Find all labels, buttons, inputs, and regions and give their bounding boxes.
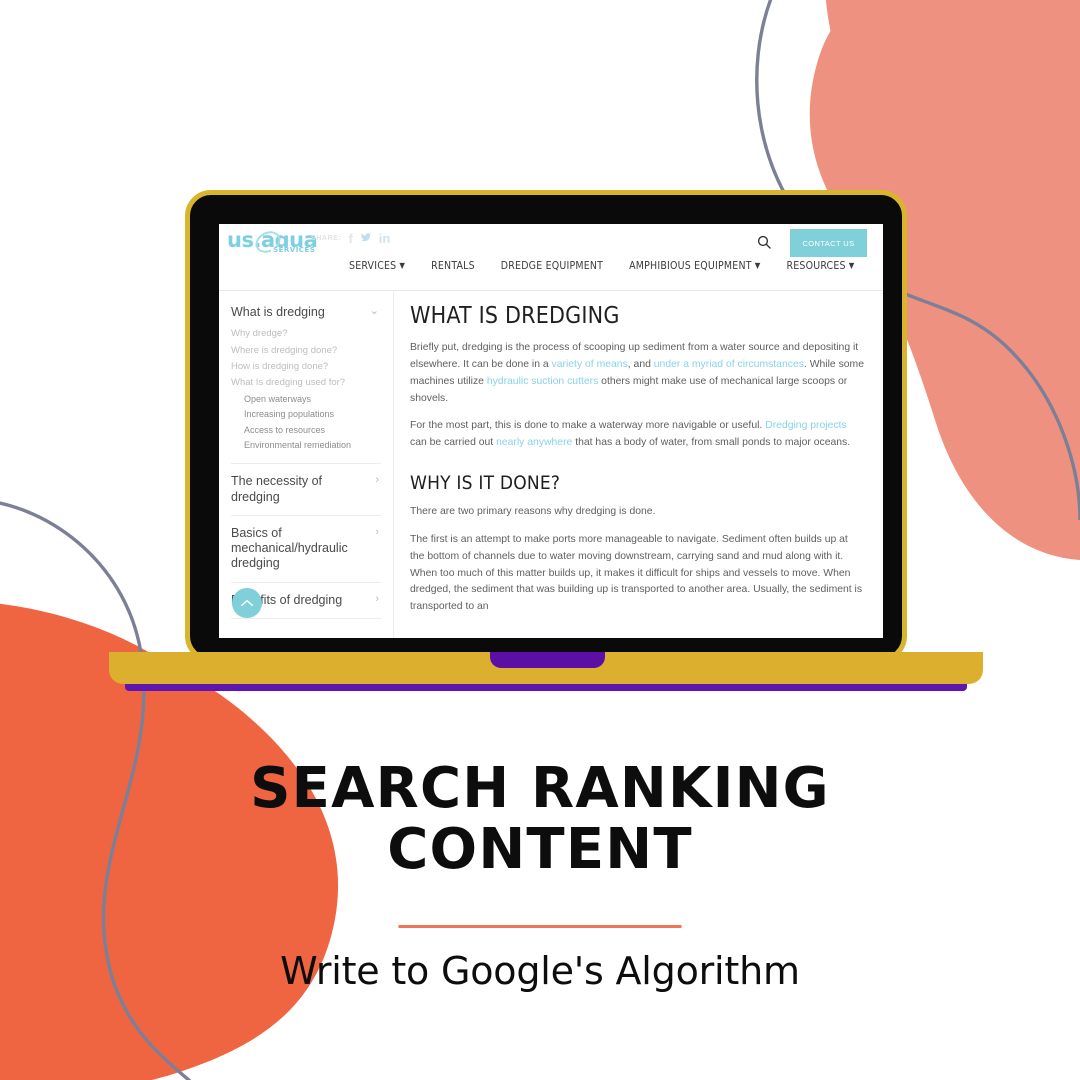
article-heading-2: WHY IS IT DONE?: [410, 472, 561, 495]
website-body: What is dredging ⌄ Why dredge? Where is …: [219, 291, 883, 638]
nav-item-dredge-equipment[interactable]: DREDGE EQUIPMENT: [501, 260, 603, 272]
website-header: us.aqua SERVICES SHARE: f in CONTACT US …: [219, 224, 883, 291]
sidebar-item-what-is-dredging[interactable]: What is dredging ⌄: [231, 305, 381, 320]
paragraph-text: For the most part, this is done to make …: [410, 420, 766, 432]
sidebar-subsubitem[interactable]: Open waterways: [244, 392, 381, 407]
nav-label: RESOURCES: [786, 260, 846, 272]
share-bar: SHARE: f in: [311, 232, 390, 245]
linkedin-icon[interactable]: in: [379, 232, 391, 245]
article-paragraph-4: The first is an attempt to make ports mo…: [410, 533, 863, 613]
nav-item-amphibious-equipment[interactable]: AMPHIBIOUS EQUIPMENT ▼: [629, 260, 760, 272]
twitter-icon[interactable]: [360, 232, 372, 245]
logo-wordmark: us.aqua SERVICES: [227, 227, 318, 257]
sidebar-subitem[interactable]: How is dredging done?: [231, 359, 381, 375]
chevron-down-icon: ▼: [848, 261, 855, 270]
sidebar-subsubitem[interactable]: Increasing populations: [244, 407, 381, 422]
share-label: SHARE:: [311, 235, 342, 242]
nav-label: RENTALS: [431, 260, 475, 272]
sidebar-item-label: The necessity of dredging: [231, 474, 323, 504]
poster-canvas: us.aqua SERVICES SHARE: f in CONTACT US …: [0, 0, 1080, 1080]
nav-label: SERVICES: [349, 260, 397, 272]
facebook-icon[interactable]: f: [348, 232, 352, 245]
contact-us-button[interactable]: CONTACT US: [790, 229, 867, 257]
sidebar-item-basics-mechanical-hydraulic[interactable]: Basics of mechanical/hydraulic dredging …: [231, 526, 381, 572]
sidebar-subitem[interactable]: Where is dredging done?: [231, 343, 381, 359]
laptop-mockup: us.aqua SERVICES SHARE: f in CONTACT US …: [109, 190, 983, 692]
inline-link-hydraulic-suction-cutters[interactable]: hydraulic suction cutters: [487, 376, 598, 387]
sidebar-group-basics: Basics of mechanical/hydraulic dredging …: [231, 526, 381, 583]
title-divider-rule: [398, 925, 682, 928]
sidebar-item-necessity-of-dredging[interactable]: The necessity of dredging ›: [231, 474, 381, 505]
poster-subtitle: Write to Google's Algorithm: [280, 949, 800, 993]
paragraph-text: that has a body of water, from small pon…: [572, 437, 851, 449]
nav-label: AMPHIBIOUS EQUIPMENT: [629, 260, 752, 272]
sidebar-sublist: Why dredge? Where is dredging done? How …: [231, 326, 381, 391]
chevron-right-icon: ›: [375, 592, 379, 605]
poster-title-line-2: CONTENT: [387, 817, 693, 883]
article-paragraph-2: For the most part, this is done to make …: [410, 418, 865, 452]
inline-link-nearly-anywhere[interactable]: nearly anywhere: [496, 437, 572, 448]
sidebar-subsublist: Open waterways Increasing populations Ac…: [231, 392, 381, 454]
poster-title: SEARCH RANKING CONTENT: [0, 758, 1080, 880]
chevron-right-icon: ›: [375, 474, 379, 487]
article-heading-1: WHAT IS DREDGING: [410, 303, 620, 329]
inline-link-dredging-projects[interactable]: Dredging projects: [765, 420, 846, 431]
laptop-base-foot: [125, 684, 967, 691]
chevron-down-icon: ▼: [754, 261, 761, 270]
chevron-right-icon: ›: [375, 525, 379, 538]
chevron-down-icon: ▼: [399, 261, 406, 270]
sidebar-group-what-is-dredging: What is dredging ⌄ Why dredge? Where is …: [231, 305, 381, 465]
main-navigation: SERVICES ▼ RENTALS DREDGE EQUIPMENT AMPH…: [349, 260, 854, 272]
article-content: WHAT IS DREDGING Briefly put, dredging i…: [394, 291, 883, 638]
paragraph-text: , and: [627, 358, 654, 370]
logo-subtext: SERVICES: [271, 246, 316, 254]
laptop-lid: us.aqua SERVICES SHARE: f in CONTACT US …: [185, 190, 907, 662]
article-paragraph-1: Briefly put, dredging is the process of …: [410, 340, 865, 407]
nav-item-rentals[interactable]: RENTALS: [431, 260, 475, 272]
search-icon[interactable]: [756, 234, 774, 252]
nav-item-services[interactable]: SERVICES ▼: [349, 260, 405, 272]
nav-label: DREDGE EQUIPMENT: [500, 260, 604, 272]
article-sidebar-nav: What is dredging ⌄ Why dredge? Where is …: [219, 291, 394, 638]
sidebar-item-label: Basics of mechanical/hydraulic dredging: [231, 525, 348, 571]
laptop-screen: us.aqua SERVICES SHARE: f in CONTACT US …: [219, 224, 883, 638]
chevron-down-icon: ⌄: [369, 305, 379, 317]
sidebar-subsubitem[interactable]: Access to resources: [244, 423, 381, 438]
poster-title-line-1: SEARCH RANKING: [250, 756, 830, 821]
site-logo[interactable]: us.aqua SERVICES: [227, 227, 318, 257]
sidebar-item-label: What is dredging: [231, 305, 325, 319]
sidebar-group-necessity: The necessity of dredging ›: [231, 474, 381, 516]
sidebar-subsubitem[interactable]: Environmental remediation: [244, 438, 381, 453]
scroll-to-top-button[interactable]: [232, 588, 262, 618]
inline-link-variety-of-means[interactable]: variety of means: [552, 359, 628, 370]
nav-item-resources[interactable]: RESOURCES ▼: [786, 260, 854, 272]
article-paragraph-3: There are two primary reasons why dredgi…: [410, 506, 656, 518]
inline-link-myriad-circumstances[interactable]: under a myriad of circumstances: [654, 359, 804, 370]
sidebar-subitem[interactable]: What Is dredging used for?: [231, 375, 381, 391]
sidebar-subitem[interactable]: Why dredge?: [231, 326, 381, 342]
paragraph-text: can be carried out: [410, 437, 497, 449]
laptop-base-notch: [490, 652, 605, 668]
